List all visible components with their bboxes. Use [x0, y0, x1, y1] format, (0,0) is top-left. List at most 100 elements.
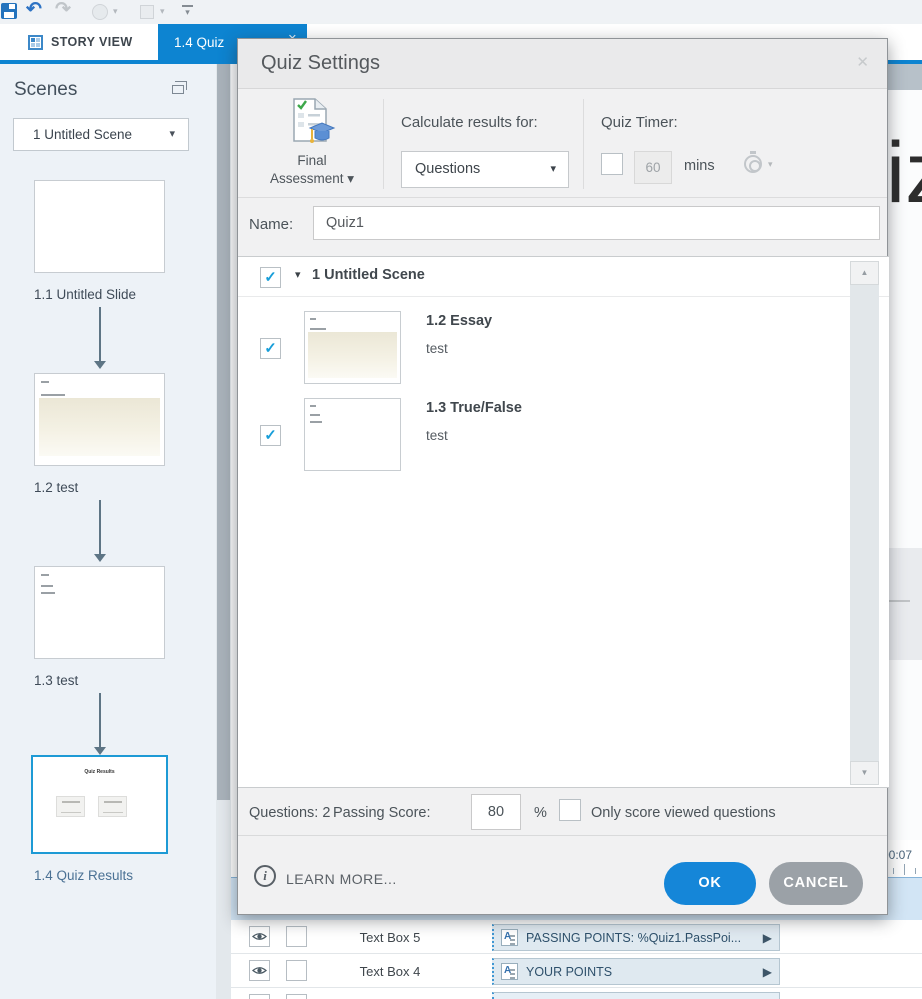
calculate-results-label: Calculate results for:: [401, 114, 538, 131]
scene-tree-row[interactable]: ✓ ▾ 1 Untitled Scene: [238, 257, 889, 297]
slide-label-1-3[interactable]: 1.3 test: [34, 673, 78, 688]
list-scrollbar-track[interactable]: ▲ ▼: [850, 261, 879, 785]
scenes-panel-title: Scenes: [14, 79, 78, 100]
quiz-timer-checkbox[interactable]: [601, 153, 623, 175]
passing-score-input[interactable]: [471, 794, 521, 830]
close-dialog-icon[interactable]: ✕: [856, 53, 869, 71]
slide-thumbnail-1-3[interactable]: [34, 566, 165, 659]
learn-more-link[interactable]: LEARN MORE...: [286, 871, 397, 887]
paste-icon[interactable]: [140, 5, 154, 19]
dialog-header[interactable]: Quiz Settings ✕: [238, 39, 887, 89]
dialog-ribbon: Final Assessment ▾ Calculate results for…: [238, 89, 887, 198]
name-label: Name:: [249, 216, 294, 233]
info-icon: i: [254, 865, 276, 887]
editor-band: [888, 64, 922, 90]
visibility-eye-icon[interactable]: [249, 960, 270, 981]
timeline-row[interactable]: [230, 988, 922, 999]
chevron-down-icon: ▾: [169, 128, 175, 140]
flow-arrow-icon: [93, 693, 107, 755]
timeline-row[interactable]: Text Box 4 A YOUR POINTS ▶: [230, 954, 922, 988]
chevron-down-icon[interactable]: ▾: [768, 159, 773, 170]
timeline-object-bar[interactable]: A PASSING POINTS: %Quiz1.PassPoi... ▶: [492, 924, 780, 951]
quick-access-toolbar: ↶ ↷ ▾ ▾ ▾: [0, 0, 922, 24]
only-score-viewed-checkbox[interactable]: [559, 799, 581, 821]
check-icon: ✓: [264, 340, 277, 357]
visibility-eye-icon[interactable]: [249, 994, 270, 999]
result-type-dropdown[interactable]: Final Assessment ▾: [248, 97, 376, 188]
bar-expand-arrow-icon[interactable]: ▶: [763, 965, 772, 979]
flow-arrow-icon: [93, 500, 107, 562]
lock-checkbox[interactable]: [286, 994, 307, 999]
timeline-row[interactable]: Text Box 5 A PASSING POINTS: %Quiz1.Pass…: [230, 920, 922, 954]
question-subtitle: test: [426, 341, 448, 356]
question-subtitle: test: [426, 428, 448, 443]
tab-story-view[interactable]: STORY VIEW: [0, 24, 158, 60]
flow-arrow-icon: [93, 307, 107, 369]
save-icon[interactable]: [1, 3, 17, 19]
result-type-line1: Final: [297, 153, 327, 168]
result-type-line2: Assessment ▾: [269, 171, 355, 186]
scenes-panel: Scenes 1 Untitled Scene ▾ 1.1 Untitled S…: [0, 64, 216, 999]
cancel-button[interactable]: CANCEL: [769, 862, 863, 905]
visibility-eye-icon[interactable]: [249, 926, 270, 947]
dialog-title: Quiz Settings: [261, 52, 380, 74]
slide-title-fragment: iz: [886, 125, 922, 221]
passing-score-label: Passing Score:: [333, 805, 431, 821]
check-icon: ✓: [264, 427, 277, 444]
quiz-name-input[interactable]: [313, 206, 880, 240]
editor-panel-fragment: [888, 548, 922, 660]
timeline-bar-caption: YOUR POINTS: [526, 964, 613, 979]
text-box-icon: A: [501, 963, 518, 980]
timeline-object-name[interactable]: Text Box 4: [325, 964, 455, 979]
format-painter-icon[interactable]: [92, 4, 108, 20]
story-view-icon: [28, 34, 43, 50]
quiz-settings-dialog: Quiz Settings ✕ Final Assessment ▾ Calcu…: [237, 38, 889, 916]
calculate-results-dropdown[interactable]: Questions ▾: [401, 151, 569, 188]
thumbnail-quiz-results-title: Quiz Results: [84, 769, 115, 775]
undo-icon[interactable]: ↶: [26, 0, 42, 21]
tree-collapse-icon[interactable]: ▾: [295, 268, 301, 281]
slide-label-1-4[interactable]: 1.4 Quiz Results: [34, 868, 133, 883]
slide-thumbnail-1-2[interactable]: [34, 373, 165, 466]
scene-checkbox[interactable]: ✓: [260, 267, 281, 288]
sidebar-scrollbar-thumb[interactable]: [217, 64, 230, 800]
slide-thumbnail-1-4-selected[interactable]: Quiz Results: [31, 755, 168, 854]
scene-selector-dropdown[interactable]: 1 Untitled Scene ▾: [13, 118, 189, 151]
question-checkbox[interactable]: ✓: [260, 338, 281, 359]
question-title[interactable]: 1.2 Essay: [426, 313, 492, 329]
collapse-panel-icon[interactable]: [172, 81, 187, 94]
text-box-icon: A: [501, 929, 518, 946]
scene-selector-value: 1 Untitled Scene: [33, 127, 133, 142]
lock-checkbox[interactable]: [286, 960, 307, 981]
scroll-down-icon[interactable]: ▼: [850, 761, 879, 785]
timer-minutes-input[interactable]: [634, 151, 672, 184]
quiz-stats-row: Questions: 2 Passing Score: % Only score…: [238, 788, 887, 836]
redo-icon[interactable]: ↷: [55, 0, 71, 21]
timer-options-icon[interactable]: [744, 151, 762, 173]
ok-button[interactable]: OK: [664, 862, 756, 905]
calculate-results-value: Questions: [415, 161, 481, 177]
quiz-timer-label: Quiz Timer:: [601, 114, 678, 131]
dialog-footer: i LEARN MORE... OK CANCEL: [238, 836, 887, 916]
lock-checkbox[interactable]: [286, 926, 307, 947]
question-list: ✓ ▾ 1 Untitled Scene ✓ 1.2 Essay test ✓ …: [238, 256, 889, 788]
timeline-object-bar[interactable]: A YOUR POINTS ▶: [492, 958, 780, 985]
customize-toolbar-icon[interactable]: ▾: [182, 5, 193, 17]
scroll-up-icon[interactable]: ▲: [850, 261, 879, 285]
question-thumbnail[interactable]: [304, 311, 401, 384]
question-title[interactable]: 1.3 True/False: [426, 400, 522, 416]
final-assessment-icon: [293, 98, 336, 143]
format-painter-caret-icon[interactable]: ▾: [113, 6, 118, 17]
paste-caret-icon[interactable]: ▾: [160, 6, 165, 17]
slide-label-1-2[interactable]: 1.2 test: [34, 480, 78, 495]
tab-story-view-label: STORY VIEW: [51, 35, 133, 49]
bar-expand-arrow-icon[interactable]: ▶: [763, 931, 772, 945]
question-checkbox[interactable]: ✓: [260, 425, 281, 446]
timeline-object-bar[interactable]: [492, 992, 780, 999]
check-icon: ✓: [264, 269, 277, 286]
percent-label: %: [534, 805, 547, 821]
question-thumbnail[interactable]: [304, 398, 401, 471]
slide-thumbnail-1-1[interactable]: [34, 180, 165, 273]
timeline-object-name[interactable]: Text Box 5: [325, 930, 455, 945]
slide-label-1-1[interactable]: 1.1 Untitled Slide: [34, 287, 136, 302]
